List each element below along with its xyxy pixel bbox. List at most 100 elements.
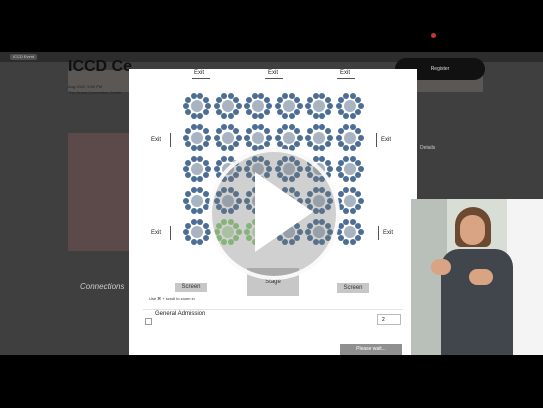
seat[interactable] bbox=[355, 235, 362, 242]
seat[interactable] bbox=[244, 103, 250, 109]
seat[interactable] bbox=[276, 128, 283, 135]
seat[interactable] bbox=[202, 140, 209, 147]
seat[interactable] bbox=[357, 197, 364, 204]
seat[interactable] bbox=[190, 207, 197, 214]
seat[interactable] bbox=[337, 128, 344, 135]
seat[interactable] bbox=[213, 134, 220, 141]
seat[interactable] bbox=[319, 144, 326, 151]
seat[interactable] bbox=[246, 96, 253, 103]
seat[interactable] bbox=[251, 92, 258, 99]
seat[interactable] bbox=[312, 144, 319, 151]
seat[interactable] bbox=[205, 134, 211, 141]
seat[interactable] bbox=[355, 159, 362, 166]
seat[interactable] bbox=[190, 113, 197, 120]
seat[interactable] bbox=[190, 176, 197, 183]
seat[interactable] bbox=[343, 218, 350, 225]
seat[interactable] bbox=[305, 134, 311, 141]
seat[interactable] bbox=[202, 128, 209, 135]
seating-table[interactable] bbox=[244, 92, 272, 120]
seat[interactable] bbox=[183, 166, 189, 172]
seating-table[interactable] bbox=[183, 155, 211, 183]
seat[interactable] bbox=[349, 239, 356, 246]
seating-table[interactable] bbox=[213, 92, 242, 120]
seat[interactable] bbox=[349, 207, 356, 214]
seat[interactable] bbox=[335, 134, 342, 141]
seat[interactable] bbox=[274, 134, 281, 141]
seat[interactable] bbox=[183, 197, 189, 204]
seat[interactable] bbox=[324, 128, 331, 135]
seat[interactable] bbox=[343, 207, 350, 214]
seat[interactable] bbox=[343, 176, 350, 183]
seat[interactable] bbox=[190, 124, 197, 131]
quantity-input[interactable]: 2 bbox=[377, 314, 401, 325]
seat[interactable] bbox=[312, 113, 319, 120]
play-icon[interactable] bbox=[255, 172, 313, 252]
seat[interactable] bbox=[221, 155, 228, 162]
seat[interactable] bbox=[355, 222, 362, 229]
seating-table[interactable] bbox=[335, 155, 364, 183]
seat[interactable] bbox=[202, 191, 209, 198]
seat[interactable] bbox=[343, 187, 350, 194]
seat[interactable] bbox=[343, 92, 350, 99]
seat[interactable] bbox=[190, 239, 197, 246]
seat[interactable] bbox=[319, 113, 326, 120]
seating-table[interactable] bbox=[305, 92, 333, 120]
seat[interactable] bbox=[205, 103, 211, 109]
seat[interactable] bbox=[185, 203, 192, 210]
seat[interactable] bbox=[183, 229, 189, 235]
seat[interactable] bbox=[190, 218, 197, 225]
seat[interactable] bbox=[221, 124, 228, 131]
seat[interactable] bbox=[355, 128, 362, 135]
seat[interactable] bbox=[355, 96, 362, 103]
seat[interactable] bbox=[349, 144, 356, 151]
seat[interactable] bbox=[282, 124, 289, 131]
seat[interactable] bbox=[183, 134, 189, 141]
seat[interactable] bbox=[233, 96, 240, 103]
seat[interactable] bbox=[263, 96, 270, 103]
seat[interactable] bbox=[355, 109, 362, 116]
seat[interactable] bbox=[202, 109, 209, 116]
seat[interactable] bbox=[312, 92, 319, 99]
seat[interactable] bbox=[294, 96, 301, 103]
seat[interactable] bbox=[227, 144, 234, 151]
seat[interactable] bbox=[197, 176, 204, 183]
seat[interactable] bbox=[221, 92, 228, 99]
seat[interactable] bbox=[205, 166, 211, 172]
seat[interactable] bbox=[202, 172, 209, 179]
seat[interactable] bbox=[215, 140, 222, 147]
seat[interactable] bbox=[288, 113, 295, 120]
seat[interactable] bbox=[246, 140, 253, 147]
seat[interactable] bbox=[355, 140, 362, 147]
seat[interactable] bbox=[324, 109, 331, 116]
seat[interactable] bbox=[335, 166, 342, 172]
seating-table[interactable] bbox=[305, 124, 333, 152]
seat[interactable] bbox=[294, 109, 301, 116]
seat[interactable] bbox=[190, 187, 197, 194]
seat[interactable] bbox=[185, 222, 192, 229]
seat[interactable] bbox=[343, 144, 350, 151]
seating-table[interactable] bbox=[335, 124, 364, 152]
seat[interactable] bbox=[190, 92, 197, 99]
seat[interactable] bbox=[233, 109, 240, 116]
seat[interactable] bbox=[244, 134, 250, 141]
seat[interactable] bbox=[343, 113, 350, 120]
seat[interactable] bbox=[282, 113, 289, 120]
seat[interactable] bbox=[185, 96, 192, 103]
seat[interactable] bbox=[307, 128, 314, 135]
seat[interactable] bbox=[294, 140, 301, 147]
seating-table[interactable] bbox=[274, 92, 303, 120]
seat[interactable] bbox=[233, 140, 240, 147]
seat[interactable] bbox=[185, 128, 192, 135]
seat[interactable] bbox=[185, 191, 192, 198]
seat[interactable] bbox=[235, 103, 242, 109]
seating-table[interactable] bbox=[183, 124, 211, 152]
seat[interactable] bbox=[282, 92, 289, 99]
seat[interactable] bbox=[337, 191, 344, 198]
seat[interactable] bbox=[357, 134, 364, 141]
seat[interactable] bbox=[307, 96, 314, 103]
seat[interactable] bbox=[197, 239, 204, 246]
seat[interactable] bbox=[221, 144, 228, 151]
seat[interactable] bbox=[327, 103, 333, 109]
seating-table[interactable] bbox=[183, 92, 211, 120]
seat[interactable] bbox=[357, 166, 364, 172]
